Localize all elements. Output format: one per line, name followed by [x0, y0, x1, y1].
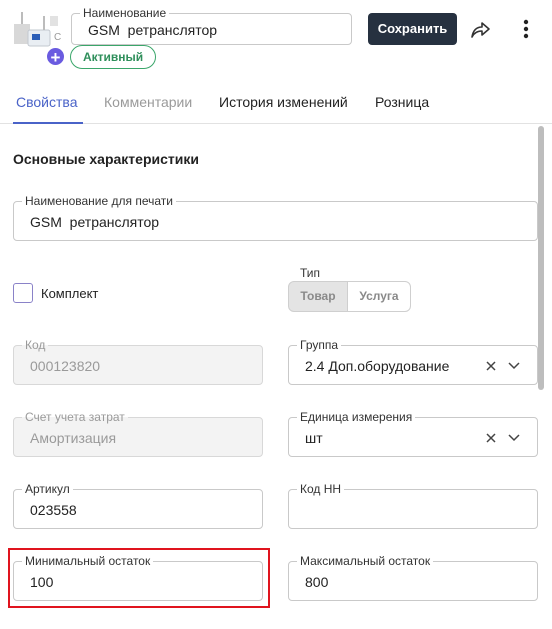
- print-name-label: Наименование для печати: [22, 194, 176, 208]
- name-field-label: Наименование: [80, 6, 170, 20]
- kit-checkbox[interactable]: [13, 283, 33, 303]
- article-value: 023558: [30, 502, 77, 518]
- code-field: Код 000123820: [13, 338, 263, 385]
- status-badge[interactable]: Активный: [70, 45, 157, 69]
- scrollbar[interactable]: [538, 126, 544, 390]
- cost-account-value: Амортизация: [30, 430, 117, 446]
- section-title: Основные характеристики: [13, 151, 199, 167]
- code-label: Код: [22, 338, 49, 352]
- save-button[interactable]: Сохранить: [368, 13, 457, 45]
- tab-history[interactable]: История изменений: [219, 94, 348, 110]
- chevron-down-icon[interactable]: [508, 434, 520, 442]
- unit-value: шт: [305, 430, 323, 446]
- code-nn-field[interactable]: Код НН: [288, 482, 538, 529]
- print-name-field[interactable]: Наименование для печати GSM ретранслятор: [13, 194, 538, 241]
- close-icon[interactable]: [486, 433, 496, 443]
- group-select-controls: [485, 358, 525, 374]
- group-label: Группа: [297, 338, 342, 352]
- close-icon[interactable]: [486, 361, 496, 371]
- article-field[interactable]: Артикул 023558: [13, 482, 263, 529]
- name-field-value: GSM ретранслятор: [88, 22, 218, 38]
- tab-comments[interactable]: Комментарии: [104, 94, 192, 110]
- group-select[interactable]: Группа 2.4 Доп.оборудование: [288, 338, 538, 385]
- unit-select[interactable]: Единица измерения шт: [288, 410, 538, 457]
- article-label: Артикул: [22, 482, 73, 496]
- type-label: Тип: [300, 266, 321, 280]
- add-image-button[interactable]: +: [45, 46, 66, 67]
- svg-text:C: C: [54, 32, 61, 43]
- unit-select-controls: [485, 430, 525, 446]
- product-header: C + Наименование GSM ретранслятор Активн…: [0, 0, 552, 80]
- code-nn-label: Код НН: [297, 482, 345, 496]
- kit-checkbox-label: Комплект: [41, 286, 99, 301]
- max-stock-label: Максимальный остаток: [297, 554, 434, 568]
- tab-retail[interactable]: Розница: [375, 94, 429, 110]
- max-stock-value: 800: [305, 574, 329, 590]
- max-stock-field[interactable]: Максимальный остаток 800: [288, 554, 538, 601]
- active-tab-indicator: [13, 122, 83, 124]
- cost-account-field: Счет учета затрат Амортизация: [13, 410, 263, 457]
- print-name-value: GSM ретранслятор: [30, 214, 160, 230]
- group-value: 2.4 Доп.оборудование: [305, 358, 450, 374]
- highlight-box: [8, 548, 270, 608]
- code-value: 000123820: [30, 358, 101, 374]
- tab-properties[interactable]: Свойства: [16, 94, 77, 110]
- cost-account-label: Счет учета затрат: [22, 410, 128, 424]
- unit-label: Единица измерения: [297, 410, 416, 424]
- type-option-service[interactable]: Услуга: [347, 281, 411, 312]
- name-field[interactable]: Наименование GSM ретранслятор: [71, 6, 352, 45]
- more-vertical-icon[interactable]: [516, 18, 536, 40]
- type-option-goods[interactable]: Товар: [288, 281, 348, 312]
- chevron-down-icon[interactable]: [508, 362, 520, 370]
- share-icon[interactable]: [470, 18, 492, 40]
- tab-bar: Свойства Комментарии История изменений Р…: [0, 80, 552, 124]
